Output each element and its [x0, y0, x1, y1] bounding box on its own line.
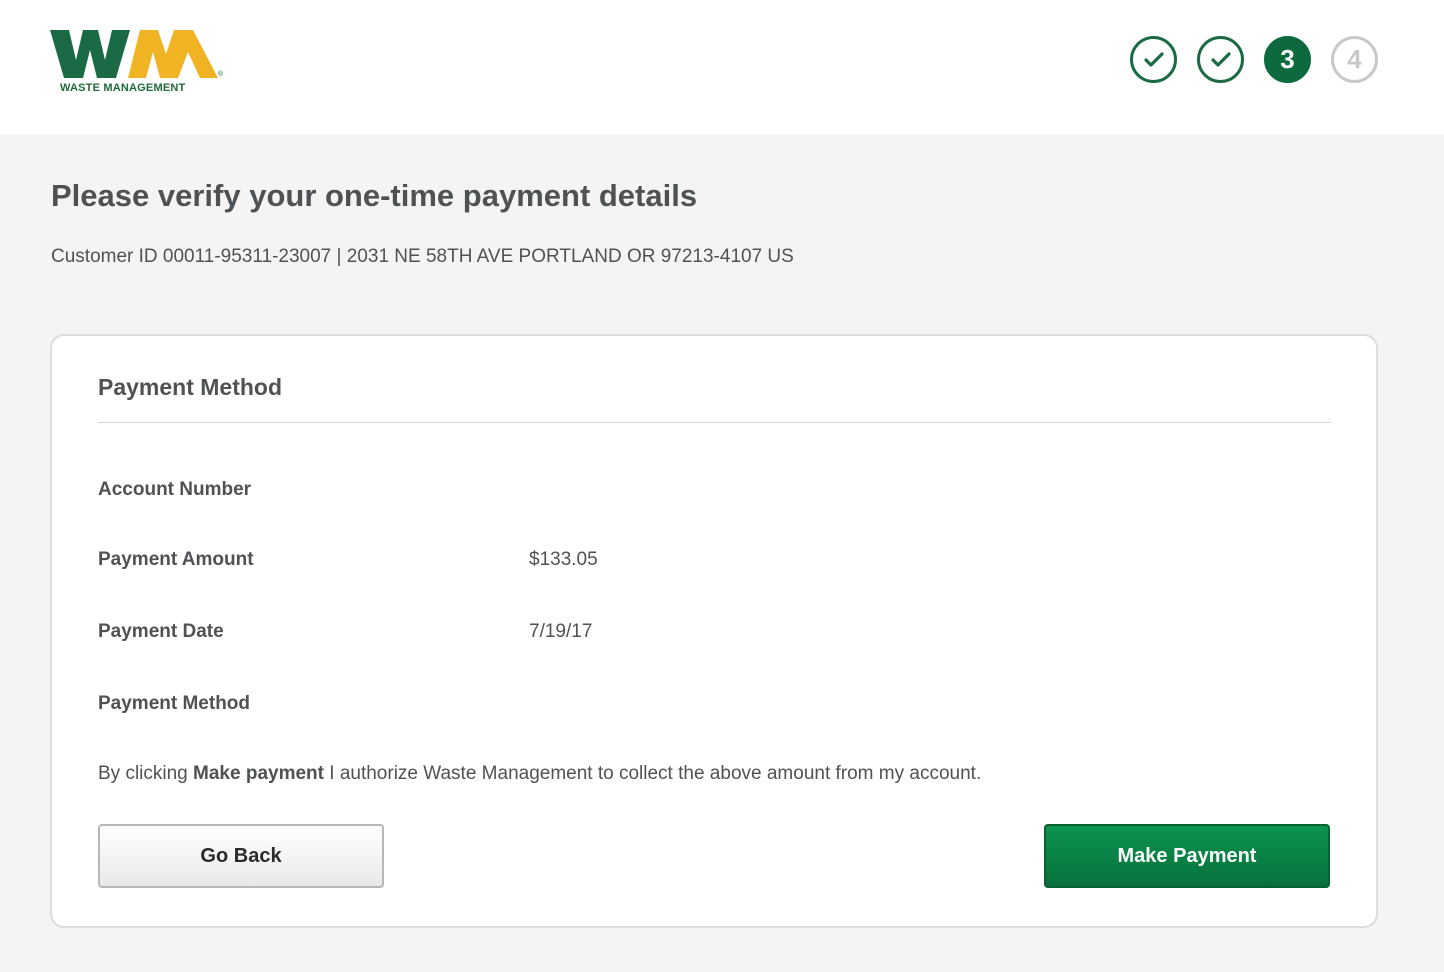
- divider: [98, 422, 1331, 423]
- step-2-complete: [1197, 36, 1244, 83]
- auth-bold: Make payment: [193, 763, 324, 784]
- account-number-label: Account Number: [98, 479, 252, 500]
- customer-info: Customer ID 00011-95311-23007 | 2031 NE …: [51, 246, 794, 267]
- header: ® WASTE MANAGEMENT 3 4: [0, 0, 1444, 134]
- go-back-button[interactable]: Go Back: [98, 824, 384, 888]
- check-icon: [1143, 51, 1164, 67]
- step-4-pending: 4: [1331, 36, 1378, 83]
- page-title: Please verify your one-time payment deta…: [51, 178, 698, 213]
- payment-method-label: Payment Method: [98, 693, 251, 714]
- wm-logo-mark: ®: [50, 30, 224, 78]
- auth-suffix: I authorize Waste Management to collect …: [323, 763, 982, 784]
- payment-date-label: Payment Date: [98, 621, 224, 642]
- step-3-current: 3: [1264, 36, 1311, 83]
- auth-prefix: By clicking: [98, 763, 194, 784]
- step-1-complete: [1130, 36, 1177, 83]
- payment-amount-label: Payment Amount: [98, 549, 254, 570]
- svg-text:®: ®: [218, 70, 224, 78]
- logo-wordmark: WASTE MANAGEMENT: [60, 82, 186, 94]
- check-icon: [1210, 51, 1231, 67]
- payment-date-value: 7/19/17: [529, 621, 593, 642]
- payment-details-card: Payment Method Account Number Payment Am…: [50, 334, 1378, 928]
- make-payment-button[interactable]: Make Payment: [1044, 824, 1330, 888]
- wm-logo[interactable]: ® WASTE MANAGEMENT: [50, 30, 230, 96]
- payment-amount-value: $133.05: [529, 549, 598, 570]
- progress-steps: 3 4: [1130, 36, 1378, 84]
- authorization-text: By clicking Make payment I authorize Was…: [98, 763, 981, 785]
- card-title: Payment Method: [98, 374, 283, 400]
